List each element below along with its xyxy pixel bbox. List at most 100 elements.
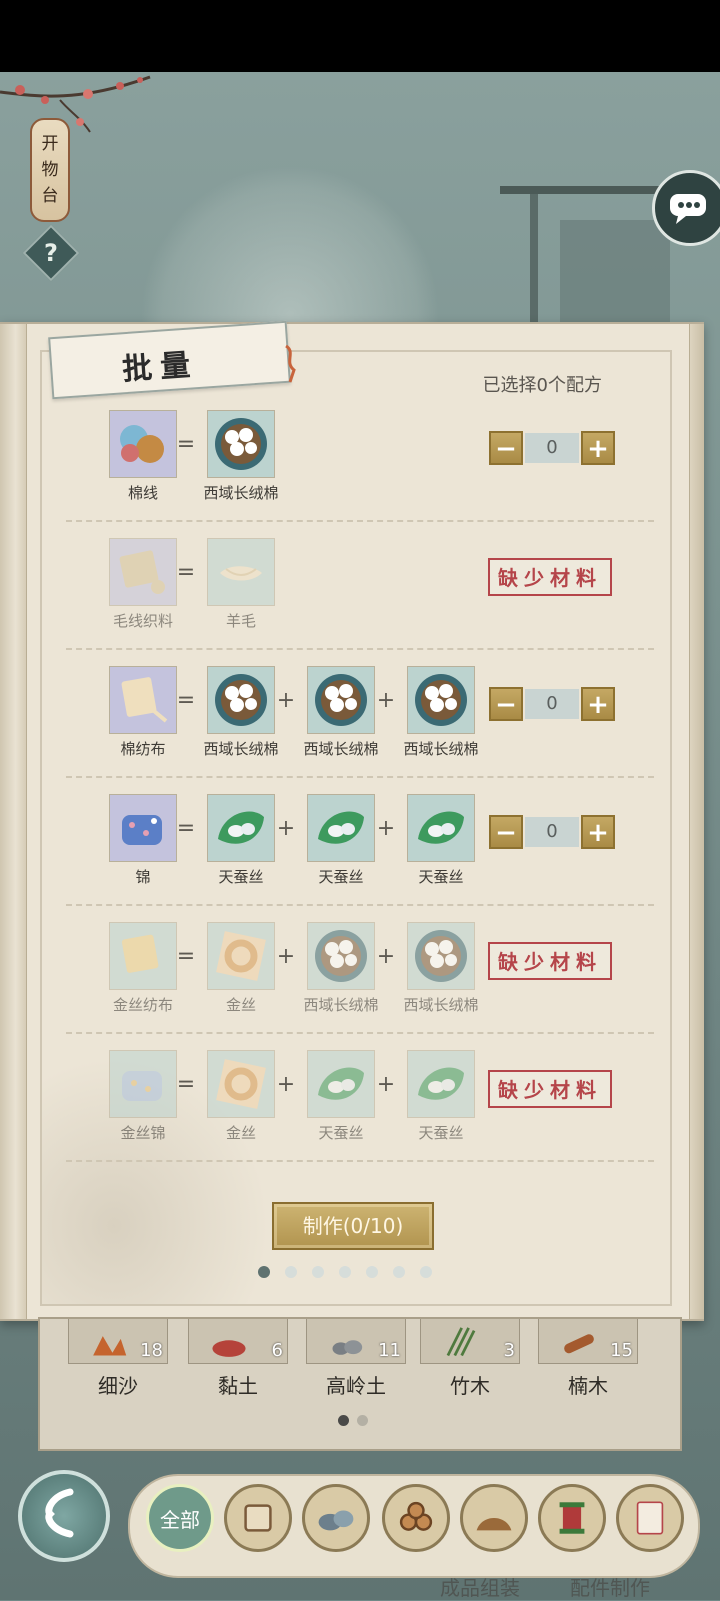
product-label: 毛线织料 [112, 612, 173, 630]
ingredient-label: 金丝 [225, 996, 256, 1014]
increase-button[interactable]: + [581, 431, 615, 465]
quantity-stepper: −0 + [489, 430, 615, 466]
category-scroll-button[interactable] [224, 1484, 292, 1552]
clay-icon [212, 1340, 246, 1357]
inventory-count: 6 [271, 1340, 283, 1361]
recipe-row: 金丝锦 = 金丝 + 天蚕丝 + 天蚕丝 缺少材料 [66, 1032, 654, 1162]
silk-cocoon-icon [318, 811, 364, 844]
page-dot[interactable] [285, 1266, 297, 1278]
ingredient-label: 天蚕丝 [418, 868, 464, 886]
book-page-edge [689, 324, 704, 1319]
ingredient-slot [207, 410, 275, 478]
chat-button[interactable] [652, 170, 720, 246]
ingredient-slot [207, 538, 275, 606]
recipe-ingredient[interactable]: 西域长绒棉 [386, 922, 496, 1015]
category-logs-button[interactable] [382, 1484, 450, 1552]
ingredient-slot [207, 1050, 275, 1118]
recipe-ingredient[interactable]: 天蚕丝 [386, 1050, 496, 1143]
missing-materials-stamp: 缺少材料 [488, 942, 612, 980]
inventory-item[interactable]: 15 楠木 [538, 1319, 638, 1399]
silk-cocoon-icon [318, 1067, 364, 1100]
quantity-value[interactable]: 0 [525, 817, 579, 847]
inventory-count: 18 [140, 1340, 163, 1361]
make-button[interactable]: 制作(0/10) [272, 1202, 434, 1250]
recipe-row: 金丝纺布 = 金丝 + 西域长绒棉 + 西域长绒棉 缺少材料 [66, 904, 654, 1034]
brocade-icon [122, 815, 162, 845]
product-label: 棉纺布 [120, 740, 166, 758]
ingredient-label: 西域长绒棉 [403, 996, 479, 1014]
silk-cocoon-icon [418, 811, 464, 844]
decrease-button[interactable]: − [489, 815, 523, 849]
category-all-button[interactable]: 全部 [146, 1484, 214, 1552]
recipe-ingredient[interactable]: 西域长绒棉 [186, 410, 296, 503]
quantity-value[interactable]: 0 [525, 689, 579, 719]
cotton-cloth-icon [121, 677, 168, 723]
ingredient-label: 西域长绒棉 [303, 740, 379, 758]
increase-button[interactable]: + [581, 687, 615, 721]
chat-bubble-icon [670, 194, 706, 224]
page-dot[interactable] [339, 1266, 351, 1278]
material-inventory: 18 细沙 6 黏土 11 高岭土 3 竹木 15 楠木 [38, 1317, 682, 1451]
ingredient-label: 天蚕丝 [418, 1124, 464, 1142]
ingredient-slot [207, 922, 275, 990]
inventory-item[interactable]: 6 黏土 [188, 1319, 288, 1399]
inventory-page-dot[interactable] [338, 1415, 349, 1426]
category-paper-button[interactable] [616, 1484, 684, 1552]
recipe-row: 棉线 = 西域长绒棉 −0 + [66, 392, 654, 522]
category-spool-button[interactable] [538, 1484, 606, 1552]
category-soil-button[interactable] [460, 1484, 528, 1552]
recipe-row: 锦 = 天蚕丝 + 天蚕丝 + 天蚕丝 −0 + [66, 776, 654, 906]
decrease-button[interactable]: − [489, 687, 523, 721]
ingredient-label: 天蚕丝 [318, 868, 364, 886]
product-slot [109, 410, 177, 478]
decrease-button[interactable]: − [489, 431, 523, 465]
recipe-row: 棉纺布 = 西域长绒棉 + 西域长绒棉 + 西域长绒棉 −0 + [66, 648, 654, 778]
recipe-row: 毛线织料 = 羊毛 缺少材料 [66, 520, 654, 650]
quantity-value[interactable]: 0 [525, 433, 579, 463]
back-button[interactable] [18, 1470, 110, 1562]
silk-cocoon-icon [218, 811, 264, 844]
bamboo-icon [446, 1327, 476, 1357]
ingredient-label: 西域长绒棉 [203, 484, 279, 502]
book-spine [0, 324, 27, 1319]
paper-icon [636, 1501, 664, 1535]
gold-thread-icon [216, 1059, 266, 1109]
page-dot[interactable] [366, 1266, 378, 1278]
ingredient-label: 羊毛 [225, 612, 256, 630]
product-slot [109, 922, 177, 990]
recipe-ingredient[interactable]: 羊毛 [186, 538, 296, 631]
increase-button[interactable]: + [581, 815, 615, 849]
inventory-item[interactable]: 3 竹木 [420, 1319, 520, 1399]
product-label: 锦 [135, 868, 151, 886]
missing-materials-stamp: 缺少材料 [488, 558, 612, 596]
stone-icon [318, 1510, 354, 1531]
recipe-ingredient[interactable]: 西域长绒棉 [386, 666, 496, 759]
page-dot[interactable] [258, 1266, 270, 1278]
ingredient-slot [207, 794, 275, 862]
help-icon[interactable]: ? [31, 233, 71, 273]
page-dot[interactable] [312, 1266, 324, 1278]
inventory-item[interactable]: 11 高岭土 [306, 1319, 406, 1399]
cotton-boll-icon [415, 930, 467, 982]
cotton-boll-icon [315, 930, 367, 982]
inventory-count: 15 [610, 1340, 633, 1361]
category-stone-button[interactable] [302, 1484, 370, 1552]
inventory-item[interactable]: 18 细沙 [68, 1319, 168, 1399]
product-slot [109, 1050, 177, 1118]
cotton-boll-icon [315, 674, 367, 726]
sand-icon [93, 1336, 127, 1356]
back-arrow-icon [45, 1488, 74, 1538]
product-label: 金丝纺布 [112, 996, 173, 1014]
inventory-page-dot[interactable] [357, 1415, 368, 1426]
page-dot[interactable] [420, 1266, 432, 1278]
kaolin-icon [332, 1340, 363, 1355]
inventory-slot: 15 [538, 1319, 638, 1364]
product-slot [109, 794, 177, 862]
quantity-stepper: −0 + [489, 814, 615, 850]
ingredient-slot [407, 666, 475, 734]
recipe-ingredient[interactable]: 天蚕丝 [386, 794, 496, 887]
soil-icon [476, 1518, 512, 1531]
inventory-count: 3 [503, 1340, 515, 1361]
page-dot[interactable] [393, 1266, 405, 1278]
category-label: 全部 [160, 1507, 200, 1532]
